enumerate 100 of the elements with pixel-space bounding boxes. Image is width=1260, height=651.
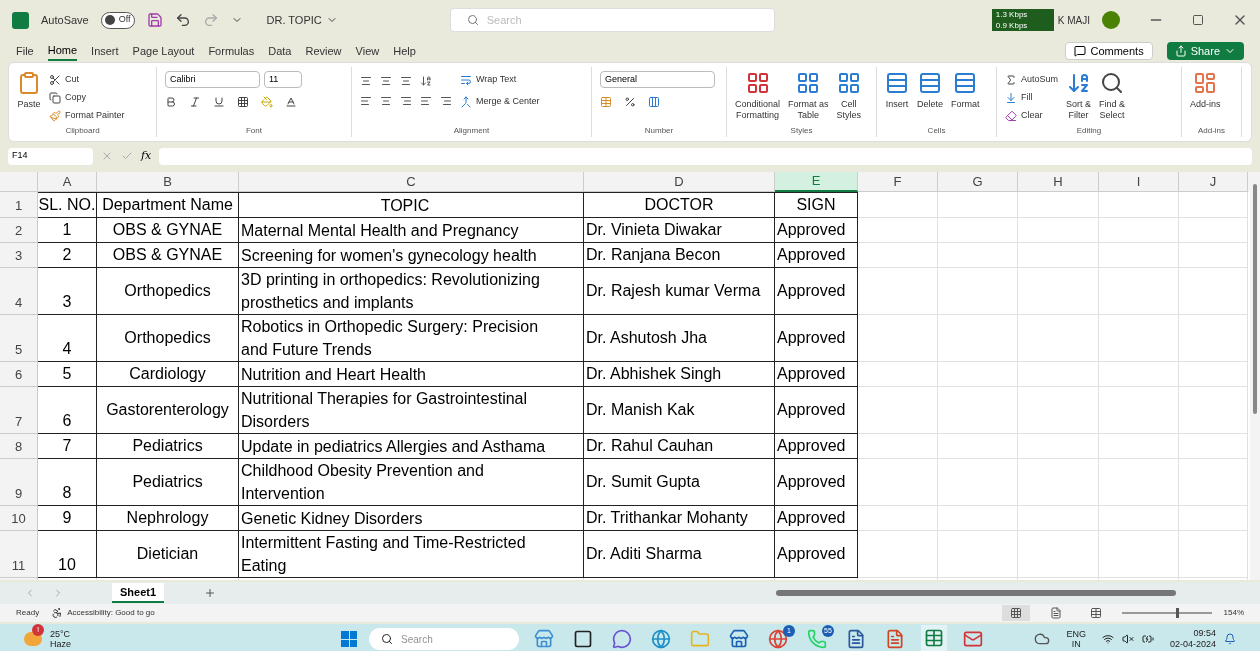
arrow-down-icon [1005, 92, 1017, 104]
row-header[interactable]: 1 [0, 192, 38, 218]
italic-icon[interactable] [189, 96, 201, 108]
sheet-tab[interactable]: Sheet1 [112, 583, 165, 603]
cells-button[interactable]: Format [951, 71, 980, 110]
search-input[interactable]: Search [486, 11, 687, 29]
row-header[interactable]: 5 [0, 315, 38, 362]
column-header[interactable]: D [584, 172, 775, 192]
accounting-icon[interactable] [600, 96, 612, 108]
restore-icon[interactable] [1192, 14, 1204, 26]
percent-icon[interactable] [624, 96, 636, 108]
align-center-icon[interactable] [380, 95, 392, 107]
increase-indent-icon[interactable] [440, 95, 452, 107]
ribbon-tab[interactable]: Data [268, 41, 292, 61]
volume-icon[interactable] [1121, 633, 1134, 645]
start-icon[interactable] [341, 631, 357, 647]
fill-color-icon[interactable] [261, 96, 273, 108]
formula-input[interactable] [159, 147, 1252, 165]
empty-cell [1179, 243, 1248, 268]
table-cell: Pediatrics [97, 434, 239, 459]
ribbon-tab[interactable]: File [16, 41, 34, 61]
share-button[interactable]: Share [1166, 42, 1244, 60]
row-header[interactable]: 11 [0, 531, 38, 578]
wrap-text-button[interactable]: Wrap Text [460, 71, 540, 89]
row-header[interactable]: 4 [0, 268, 38, 315]
ribbon-tab[interactable]: Page Layout [132, 41, 195, 61]
ribbon-tab[interactable]: Insert [91, 41, 119, 61]
zoom-slider-thumb[interactable] [1175, 608, 1179, 618]
top-align-icon[interactable] [360, 75, 372, 87]
align-left-icon[interactable] [360, 95, 372, 107]
format-painter-button[interactable]: Format Painter [49, 107, 125, 125]
orientation-icon[interactable] [420, 75, 432, 87]
middle-align-icon[interactable] [380, 75, 392, 87]
column-header[interactable]: E [775, 172, 858, 192]
row-header[interactable]: 2 [0, 218, 38, 243]
cut-button[interactable]: Cut [49, 71, 125, 89]
row-header[interactable]: 10 [0, 506, 38, 531]
decimal-icon[interactable] [648, 96, 660, 108]
row-header[interactable]: 3 [0, 243, 38, 268]
fill-button[interactable]: Fill [1005, 89, 1059, 107]
borders-icon[interactable] [237, 96, 249, 108]
globe-icon [651, 629, 671, 649]
autosum-button[interactable]: AutoSum [1005, 71, 1059, 89]
notification-bell-icon[interactable] [1224, 633, 1236, 645]
decrease-indent-icon[interactable] [420, 95, 432, 107]
name-box[interactable]: F14 [8, 147, 93, 165]
cells-button[interactable]: Insert [885, 71, 909, 110]
insert-function-button[interactable]: fx [141, 147, 152, 165]
column-header[interactable]: C [239, 172, 584, 192]
bottom-align-icon[interactable] [400, 75, 412, 87]
view-button[interactable] [1001, 605, 1030, 621]
styles-button[interactable]: Conditional Formatting [735, 71, 781, 121]
add-sheet-icon[interactable] [204, 587, 217, 599]
table-cell: 2 [38, 243, 97, 268]
undo-icon[interactable] [174, 12, 191, 28]
add-ins-button[interactable]: Add-ins [1190, 71, 1221, 110]
document-title[interactable]: DR. TOPIC [266, 11, 322, 29]
number-format-field[interactable]: General [600, 71, 715, 88]
cells-button[interactable]: Delete [917, 71, 943, 110]
search-bar[interactable]: Search [449, 8, 775, 32]
column-header[interactable]: H [1018, 172, 1099, 192]
bold-icon[interactable] [165, 96, 177, 108]
save-icon[interactable] [146, 12, 163, 28]
ribbon-tab[interactable]: Review [305, 41, 342, 61]
cloud-icon[interactable] [1034, 631, 1051, 647]
column-header[interactable]: F [858, 172, 938, 192]
align-right-icon[interactable] [400, 95, 412, 107]
autosave-toggle[interactable]: Off [100, 11, 135, 29]
column-header[interactable]: A [38, 172, 97, 192]
clear-button[interactable]: Clear [1005, 107, 1059, 125]
ribbon-tab[interactable]: Help [393, 41, 416, 61]
comments-button[interactable]: Comments [1065, 42, 1153, 60]
row-header[interactable]: 8 [0, 434, 38, 459]
row-header[interactable]: 6 [0, 362, 38, 387]
column-header[interactable]: I [1099, 172, 1179, 192]
horizontal-scrollbar-thumb[interactable] [776, 590, 1176, 596]
column-header[interactable]: J [1179, 172, 1248, 192]
copy-button[interactable]: Copy [49, 89, 125, 107]
wifi-icon[interactable] [1101, 633, 1114, 645]
column-header[interactable]: G [938, 172, 1018, 192]
copy-icon [49, 92, 61, 104]
row-header[interactable]: 7 [0, 387, 38, 434]
column-header[interactable]: B [97, 172, 239, 192]
font-name-field[interactable]: Calibri [165, 71, 260, 88]
font-size-field[interactable]: 11 [264, 71, 302, 88]
ribbon-tab[interactable]: Formulas [208, 41, 255, 61]
find-select-button[interactable]: Find & Select [1099, 71, 1126, 121]
font-color-icon[interactable] [285, 96, 297, 108]
sort-filter-button[interactable]: Sort & Filter [1066, 71, 1092, 121]
taskbar-search-bar[interactable]: Search [369, 628, 519, 650]
taskbar-search-input[interactable]: Search [401, 631, 481, 647]
battery-icon[interactable] [1141, 633, 1154, 645]
vertical-scrollbar-thumb[interactable] [1253, 184, 1257, 414]
styles-button[interactable]: Format as Table [788, 71, 829, 121]
row-header[interactable]: 9 [0, 459, 38, 506]
paste-button[interactable]: Paste [17, 71, 41, 110]
ribbon-tab[interactable]: View [355, 41, 380, 61]
merge-center-button[interactable]: Merge & Center [460, 93, 540, 111]
styles-button[interactable]: Cell Styles [836, 71, 862, 121]
underline-icon[interactable] [213, 96, 225, 108]
